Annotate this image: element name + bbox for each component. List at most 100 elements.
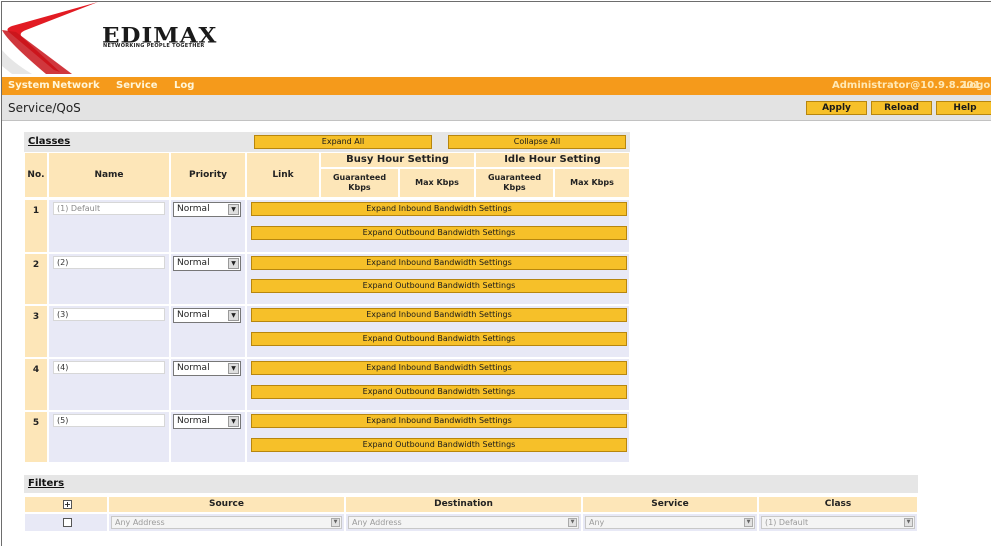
classes-heading: Classes — [28, 136, 71, 147]
class-1-expand-outbound-button[interactable]: Expand Outbound Bandwidth Settings — [251, 226, 627, 240]
row-5-number: 5 — [24, 411, 48, 463]
dropdown-arrow-icon: ▼ — [331, 518, 340, 527]
dropdown-arrow-icon: ▼ — [228, 258, 239, 269]
class-5-name-field[interactable]: (5) — [53, 414, 165, 427]
router-admin-page: EDIMAX NETWORKING PEOPLE TOGETHER System… — [1, 1, 991, 546]
dropdown-arrow-icon: ▼ — [568, 518, 577, 527]
row-5-priority-cell: Normal ▼ — [170, 411, 246, 463]
class-5-priority-select[interactable]: Normal ▼ — [173, 414, 241, 429]
class-3-priority-select[interactable]: Normal ▼ — [173, 308, 241, 323]
header-idle-hour: Idle Hour Setting — [475, 152, 630, 168]
row-2-name-cell: (2) — [48, 253, 170, 305]
row-1-link-cell: Expand Inbound Bandwidth Settings Expand… — [246, 199, 630, 253]
row-3-name-cell: (3) — [48, 305, 170, 358]
menu-log[interactable]: Log — [174, 80, 194, 91]
admin-info: Administrator@10.9.8.201 — [832, 80, 981, 91]
menu-system[interactable]: System — [8, 80, 50, 91]
class-1-expand-inbound-button[interactable]: Expand Inbound Bandwidth Settings — [251, 202, 627, 216]
dropdown-arrow-icon: ▼ — [744, 518, 753, 527]
add-filter-icon[interactable]: + — [63, 500, 72, 509]
header-logo-area: EDIMAX NETWORKING PEOPLE TOGETHER — [2, 2, 991, 77]
reload-button[interactable]: Reload — [871, 101, 932, 115]
class-4-priority-select[interactable]: Normal ▼ — [173, 361, 241, 376]
filter-service-select[interactable]: Any ▼ — [585, 516, 755, 529]
class-5-priority-value: Normal — [177, 416, 210, 426]
header-busy-guaranteed: Guaranteed Kbps — [320, 168, 399, 198]
class-5-expand-outbound-button[interactable]: Expand Outbound Bandwidth Settings — [251, 438, 627, 452]
row-2-priority-cell: Normal ▼ — [170, 253, 246, 305]
header-name: Name — [48, 152, 170, 198]
filters-heading: Filters — [28, 478, 65, 489]
filter-class-cell: (1) Default ▼ — [758, 513, 918, 532]
filter-service-value: Any — [589, 518, 605, 527]
class-4-expand-outbound-button[interactable]: Expand Outbound Bandwidth Settings — [251, 385, 627, 399]
apply-button[interactable]: Apply — [806, 101, 867, 115]
dropdown-arrow-icon: ▼ — [904, 518, 913, 527]
filter-service-cell: Any ▼ — [582, 513, 758, 532]
filter-row-select-cell — [24, 513, 108, 532]
brand-tagline: NETWORKING PEOPLE TOGETHER — [103, 43, 205, 49]
header-idle-max: Max Kbps — [554, 168, 630, 198]
row-4-priority-cell: Normal ▼ — [170, 358, 246, 411]
row-2-number: 2 — [24, 253, 48, 305]
filters-titlebar — [24, 475, 918, 493]
class-1-priority-value: Normal — [177, 204, 210, 214]
filter-source-value: Any Address — [115, 518, 165, 527]
filter-source-select[interactable]: Any Address ▼ — [111, 516, 342, 529]
help-button[interactable]: Help — [936, 101, 991, 115]
dropdown-arrow-icon: ▼ — [228, 416, 239, 427]
filter-row-checkbox[interactable] — [63, 518, 72, 527]
class-1-name-field[interactable]: (1) Default — [53, 202, 165, 215]
row-5-name-cell: (5) — [48, 411, 170, 463]
row-4-name-cell: (4) — [48, 358, 170, 411]
logout-link[interactable]: Logou — [963, 80, 991, 91]
class-4-priority-value: Normal — [177, 363, 210, 373]
class-3-name-field[interactable]: (3) — [53, 308, 165, 321]
filter-class-select[interactable]: (1) Default ▼ — [761, 516, 915, 529]
row-1-number: 1 — [24, 199, 48, 253]
class-4-name-field[interactable]: (4) — [53, 361, 165, 374]
header-source: Source — [108, 496, 345, 513]
row-1-name-cell: (1) Default — [48, 199, 170, 253]
header-class: Class — [758, 496, 918, 513]
collapse-all-button[interactable]: Collapse All — [448, 135, 626, 149]
class-2-expand-inbound-button[interactable]: Expand Inbound Bandwidth Settings — [251, 256, 627, 270]
menu-service[interactable]: Service — [116, 80, 158, 91]
class-3-expand-inbound-button[interactable]: Expand Inbound Bandwidth Settings — [251, 308, 627, 322]
filter-destination-select[interactable]: Any Address ▼ — [348, 516, 579, 529]
header-service: Service — [582, 496, 758, 513]
row-2-link-cell: Expand Inbound Bandwidth Settings Expand… — [246, 253, 630, 305]
expand-all-button[interactable]: Expand All — [254, 135, 432, 149]
class-3-expand-outbound-button[interactable]: Expand Outbound Bandwidth Settings — [251, 332, 627, 346]
row-5-link-cell: Expand Inbound Bandwidth Settings Expand… — [246, 411, 630, 463]
header-link: Link — [246, 152, 320, 198]
row-1-priority-cell: Normal ▼ — [170, 199, 246, 253]
header-busy-max: Max Kbps — [399, 168, 475, 198]
filter-destination-value: Any Address — [352, 518, 402, 527]
header-no: No. — [24, 152, 48, 198]
dropdown-arrow-icon: ▼ — [228, 204, 239, 215]
main-menubar: System Network Service Log Administrator… — [2, 77, 991, 95]
class-5-expand-inbound-button[interactable]: Expand Inbound Bandwidth Settings — [251, 414, 627, 428]
header-idle-guaranteed: Guaranteed Kbps — [475, 168, 554, 198]
filter-add-header: + — [24, 496, 108, 513]
dropdown-arrow-icon: ▼ — [228, 363, 239, 374]
menu-network[interactable]: Network — [52, 80, 100, 91]
filter-destination-cell: Any Address ▼ — [345, 513, 582, 532]
class-4-expand-inbound-button[interactable]: Expand Inbound Bandwidth Settings — [251, 361, 627, 375]
class-2-expand-outbound-button[interactable]: Expand Outbound Bandwidth Settings — [251, 279, 627, 293]
class-1-priority-select[interactable]: Normal ▼ — [173, 202, 241, 217]
header-busy-hour: Busy Hour Setting — [320, 152, 475, 168]
class-2-priority-value: Normal — [177, 258, 210, 268]
filter-source-cell: Any Address ▼ — [108, 513, 345, 532]
class-3-priority-value: Normal — [177, 310, 210, 320]
page-titlebar: Service/QoS Apply Reload Help — [2, 95, 991, 121]
row-4-link-cell: Expand Inbound Bandwidth Settings Expand… — [246, 358, 630, 411]
class-2-name-field[interactable]: (2) — [53, 256, 165, 269]
row-3-link-cell: Expand Inbound Bandwidth Settings Expand… — [246, 305, 630, 358]
header-priority: Priority — [170, 152, 246, 198]
row-3-priority-cell: Normal ▼ — [170, 305, 246, 358]
dropdown-arrow-icon: ▼ — [228, 310, 239, 321]
class-2-priority-select[interactable]: Normal ▼ — [173, 256, 241, 271]
page-title: Service/QoS — [8, 101, 81, 115]
